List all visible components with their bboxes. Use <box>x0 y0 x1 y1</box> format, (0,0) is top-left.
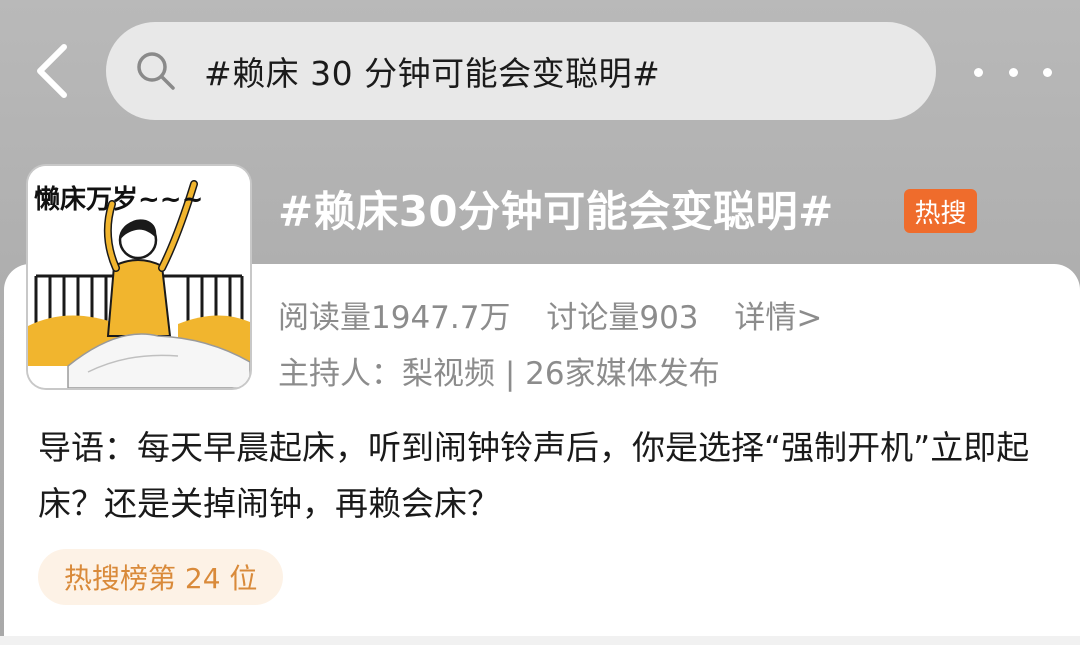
topic-page: #赖床 30 分钟可能会变聪明# #赖床30分钟可能会变聪明# 热搜 懒床万岁~… <box>0 0 1080 645</box>
hot-rank-tag[interactable]: 热搜榜第 24 位 <box>38 549 284 605</box>
topic-cover-image: 懒床万岁~~~ <box>28 166 250 388</box>
search-bar[interactable]: #赖床 30 分钟可能会变聪明# <box>106 22 936 120</box>
more-dot <box>1008 67 1018 77</box>
topic-title: #赖床30分钟可能会变聪明# <box>278 187 834 236</box>
hot-search-badge: 热搜 <box>904 189 977 233</box>
topic-stats: 阅读量1947.7万 讨论量903 详情> <box>278 292 822 337</box>
read-count: 阅读量1947.7万 <box>278 300 511 336</box>
svg-text:懒床万岁~~~: 懒床万岁~~~ <box>34 184 203 215</box>
more-dot <box>1043 67 1052 77</box>
topic-host: 主持人：梨视频 | 26家媒体发布 <box>278 356 720 392</box>
search-icon <box>132 47 180 95</box>
discussion-count: 讨论量903 <box>546 300 699 336</box>
more-dots-icon <box>974 67 983 77</box>
topic-lead: 导语：每天早晨起床，听到闹钟铃声后，你是选择“强制开机”立即起床？还是关掉闹钟，… <box>38 428 1030 523</box>
search-query[interactable]: #赖床 30 分钟可能会变聪明# <box>204 47 660 95</box>
back-button[interactable] <box>28 38 76 104</box>
details-link[interactable]: 详情> <box>734 292 822 337</box>
more-button[interactable] <box>974 52 1052 92</box>
chevron-left-icon <box>37 44 67 98</box>
section-divider <box>0 636 1080 645</box>
